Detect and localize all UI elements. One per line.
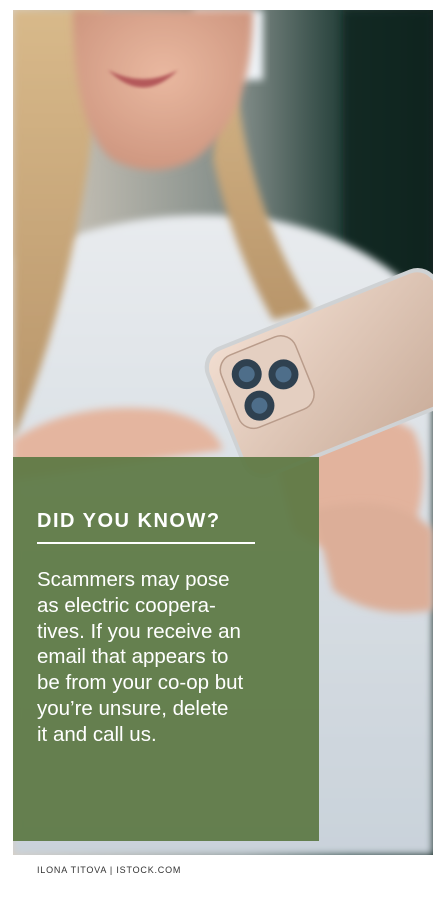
- photo-credit: ILONA TITOVA | ISTOCK.COM: [37, 865, 182, 875]
- article-page: DID YOU KNOW? Scammers may pose as elect…: [0, 0, 438, 897]
- did-you-know-callout: DID YOU KNOW? Scammers may pose as elect…: [13, 457, 319, 841]
- callout-heading: DID YOU KNOW?: [37, 510, 221, 532]
- heading-underline: [37, 542, 255, 544]
- callout-body: Scammers may pose as electric coopera- t…: [37, 568, 244, 746]
